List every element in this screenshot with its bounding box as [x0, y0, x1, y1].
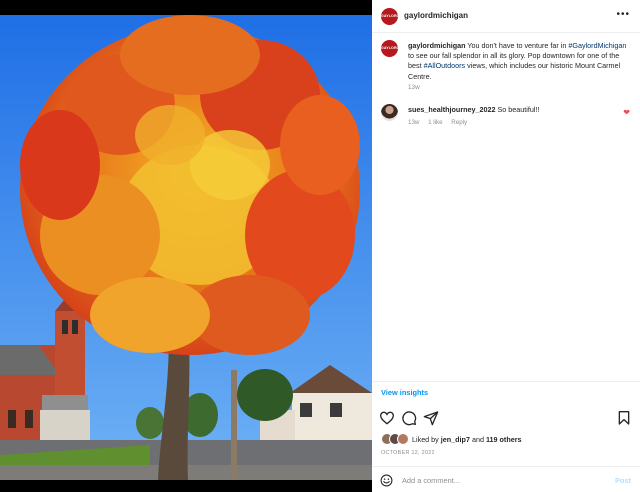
comment-text: sues_healthjourney_2022 So beautiful!! [408, 105, 539, 115]
caption-username[interactable]: gaylordmichigan [408, 41, 466, 50]
post-header: GAYLORD gaylordmichigan ••• [372, 0, 640, 33]
comment-meta: 13w 1 like Reply [408, 119, 474, 126]
post-modal: GAYLORD gaylordmichigan ••• GAYLORD gayl… [0, 0, 640, 492]
hashtag-link[interactable]: #GaylordMichigan [568, 41, 626, 50]
comment-like-count[interactable]: 1 like [428, 119, 442, 126]
post-comment-button[interactable]: Post [615, 476, 631, 485]
caption-text: gaylordmichigan You don't have to ventur… [408, 41, 632, 82]
emoji-icon[interactable] [380, 474, 393, 487]
post-side-panel: GAYLORD gaylordmichigan ••• GAYLORD gayl… [372, 0, 640, 492]
liker-avatar [397, 433, 409, 445]
divider [372, 381, 640, 382]
bookmark-icon[interactable] [616, 410, 632, 426]
comment-body: So beautiful!! [497, 105, 540, 114]
comment-icon[interactable] [401, 410, 417, 426]
add-comment-bar: Add a comment... Post [372, 466, 640, 492]
likes-connector: and [471, 435, 484, 444]
commenter-avatar[interactable] [381, 104, 398, 121]
action-bar [372, 408, 640, 428]
comment-reply-button[interactable]: Reply [451, 119, 467, 126]
autumn-tree-photo [0, 15, 372, 480]
heart-icon[interactable] [379, 410, 395, 426]
heart-filled-icon[interactable]: ❤ [623, 108, 630, 117]
caption-part1: You don't have to venture far in [467, 41, 569, 50]
commenter-username[interactable]: sues_healthjourney_2022 [408, 105, 496, 114]
share-icon[interactable] [423, 410, 439, 426]
caption-avatar[interactable]: GAYLORD [381, 40, 398, 57]
caption-timestamp[interactable]: 13w [408, 84, 420, 91]
comment-input[interactable]: Add a comment... [402, 476, 460, 485]
post-date[interactable]: OCTOBER 12, 2022 [381, 450, 435, 456]
post-photo[interactable] [0, 15, 372, 480]
likes-others[interactable]: 119 others [486, 435, 522, 444]
liker-avatars [381, 433, 411, 445]
post-username[interactable]: gaylordmichigan [404, 11, 468, 20]
liker-username[interactable]: jen_dip7 [441, 435, 470, 444]
avatar[interactable]: GAYLORD [381, 8, 398, 25]
likes-text: Liked by jen_dip7 and 119 others [412, 435, 522, 444]
comment-timestamp[interactable]: 13w [408, 119, 419, 126]
more-horizontal-icon[interactable]: ••• [616, 9, 630, 20]
likes-prefix: Liked by [412, 435, 439, 444]
hashtag-link[interactable]: #AllOutdoors [424, 61, 466, 70]
view-insights-link[interactable]: View insights [381, 388, 428, 397]
